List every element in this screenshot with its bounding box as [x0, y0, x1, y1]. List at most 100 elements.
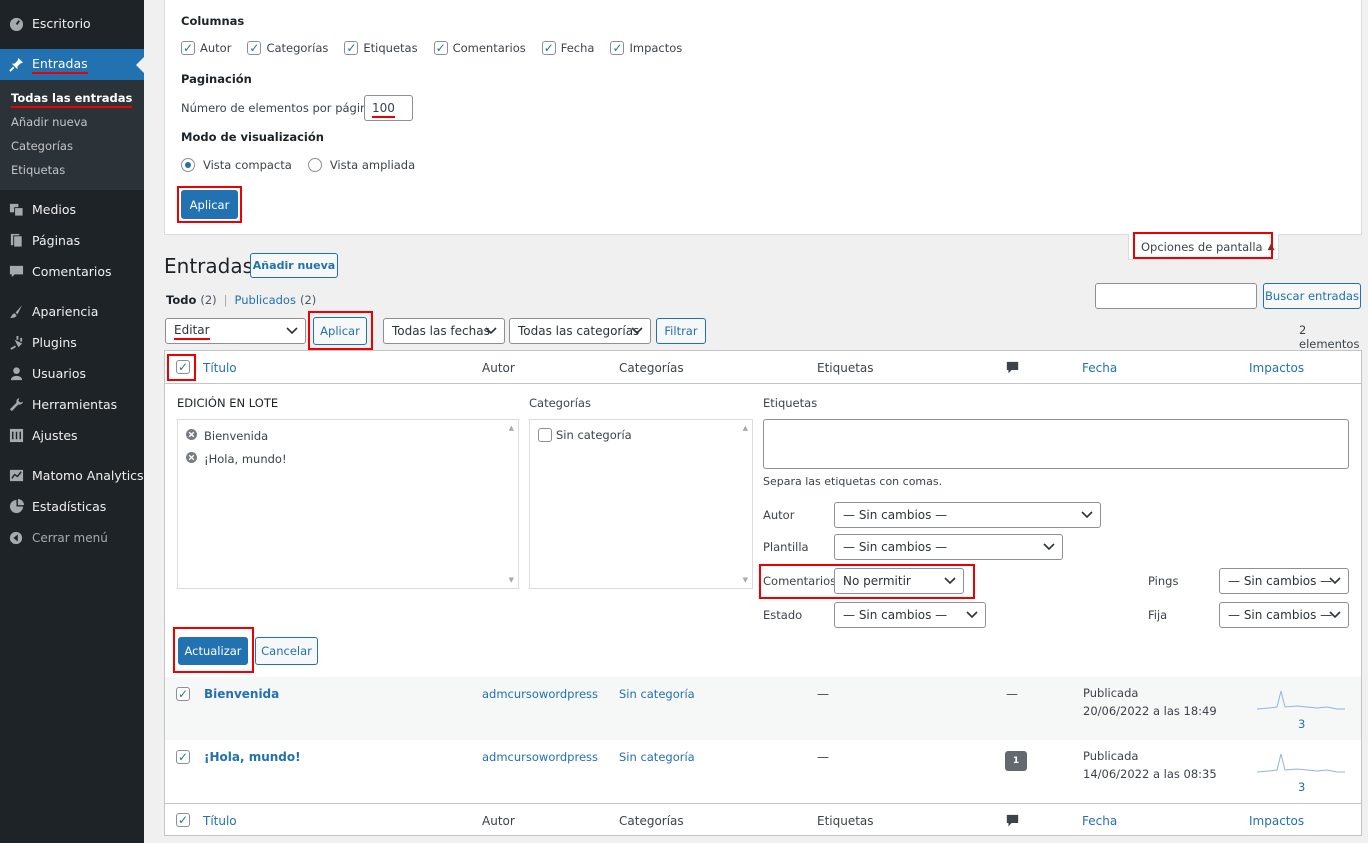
- submenu-todas-entradas[interactable]: Todas las entradas: [0, 86, 144, 110]
- column-title-header[interactable]: Título: [203, 814, 237, 828]
- bulk-cancel-button[interactable]: Cancelar: [255, 637, 318, 665]
- menu-comentarios[interactable]: Comentarios: [0, 256, 144, 287]
- column-impacts-header[interactable]: Impactos: [1249, 814, 1304, 828]
- media-icon: [8, 202, 24, 218]
- filter-all-link[interactable]: Todo: [166, 293, 196, 307]
- col-toggle-fecha[interactable]: ✓ Fecha: [541, 41, 594, 55]
- collapse-menu-button[interactable]: Cerrar menú: [0, 522, 144, 553]
- menu-entradas[interactable]: Entradas: [0, 49, 144, 80]
- post-author-link[interactable]: admcursowordpress: [482, 687, 598, 701]
- col-toggle-etiquetas[interactable]: ✓ Etiquetas: [344, 41, 418, 55]
- chevron-down-icon: [485, 327, 497, 335]
- column-tags-header: Etiquetas: [817, 814, 874, 828]
- search-posts-button[interactable]: Buscar entradas: [1263, 283, 1361, 309]
- menu-ajustes[interactable]: Ajustes: [0, 420, 144, 451]
- bulk-action-select[interactable]: Editar: [165, 318, 306, 344]
- menu-label: Herramientas: [32, 397, 118, 412]
- menu-apariencia[interactable]: Apariencia: [0, 296, 144, 327]
- scroll-down-icon[interactable]: ▼: [743, 576, 748, 584]
- filter-published-link[interactable]: Publicados: [235, 293, 296, 307]
- post-category-link[interactable]: Sin categoría: [619, 687, 695, 701]
- collapse-label: Cerrar menú: [32, 530, 108, 545]
- select-all-checkbox[interactable]: ✓: [176, 813, 190, 827]
- post-title-link[interactable]: Bienvenida: [204, 687, 279, 701]
- category-option[interactable]: Sin categoría: [538, 428, 632, 442]
- admin-sidebar: Escritorio Entradas Todas las entradas A…: [0, 0, 144, 843]
- column-date-header[interactable]: Fecha: [1082, 814, 1117, 828]
- highlight-box: [308, 311, 373, 350]
- bulk-pings-select[interactable]: — Sin cambios —: [1219, 568, 1349, 594]
- post-title-link[interactable]: ¡Hola, mundo!: [204, 750, 301, 764]
- filter-separator: |: [223, 293, 228, 307]
- bulk-status-select[interactable]: — Sin cambios —: [834, 602, 986, 628]
- submenu-categorias[interactable]: Categorías: [0, 134, 144, 158]
- dashboard-icon: [8, 16, 24, 32]
- menu-plugins[interactable]: Plugins: [0, 327, 144, 358]
- checkbox-checked[interactable]: ✓: [181, 41, 195, 55]
- bulk-template-select[interactable]: — Sin cambios —: [834, 534, 1063, 560]
- menu-medios[interactable]: Medios: [0, 194, 144, 225]
- pin-icon: [8, 57, 24, 73]
- highlight-box: [173, 627, 254, 673]
- remove-circle-icon[interactable]: [186, 429, 197, 443]
- remove-circle-icon[interactable]: [186, 452, 197, 466]
- col-toggle-impactos[interactable]: ✓ Impactos: [610, 41, 682, 55]
- checkbox-unchecked[interactable]: [538, 428, 552, 442]
- post-impacts-link[interactable]: 3: [1298, 717, 1305, 731]
- highlight-box: [167, 354, 196, 381]
- bulk-titles-list: Bienvenida ¡Hola, mundo! ▲ ▼: [177, 419, 519, 589]
- post-comments: —: [1006, 687, 1018, 701]
- page-title: Entradas: [164, 254, 254, 278]
- table-row: ✓ Bienvenida admcursowordpress Sin categ…: [165, 677, 1361, 740]
- chevron-down-icon: [1329, 577, 1341, 585]
- bulk-tags-textarea[interactable]: [763, 419, 1349, 469]
- bulk-author-select[interactable]: — Sin cambios —: [834, 502, 1101, 528]
- post-category-link[interactable]: Sin categoría: [619, 750, 695, 764]
- categories-filter-select[interactable]: Todas las categorías: [509, 318, 651, 344]
- checkbox-checked[interactable]: ✓: [344, 41, 359, 55]
- filter-all-count: (2): [200, 293, 217, 307]
- menu-matomo[interactable]: Matomo Analytics: [0, 460, 144, 491]
- checkbox-checked[interactable]: ✓: [247, 41, 262, 55]
- dates-filter-select[interactable]: Todas las fechas: [383, 318, 505, 344]
- bulk-categories-list: Sin categoría ▲ ▼: [529, 419, 753, 589]
- menu-herramientas[interactable]: Herramientas: [0, 389, 144, 420]
- col-toggle-autor[interactable]: ✓ Autor: [181, 41, 231, 55]
- analytics-icon: [8, 468, 24, 484]
- checkbox-checked[interactable]: ✓: [541, 41, 556, 55]
- column-categories-header: Categorías: [619, 361, 684, 375]
- checkbox-checked[interactable]: ✓: [433, 41, 448, 55]
- column-date-header[interactable]: Fecha: [1082, 361, 1117, 375]
- menu-label: Usuarios: [32, 366, 87, 381]
- column-title-header[interactable]: Título: [203, 361, 237, 375]
- col-toggle-categorias[interactable]: ✓ Categorías: [247, 41, 328, 55]
- submenu-etiquetas[interactable]: Etiquetas: [0, 158, 144, 182]
- post-author-link[interactable]: admcursowordpress: [482, 750, 598, 764]
- menu-paginas[interactable]: Páginas: [0, 225, 144, 256]
- radio-extended-view[interactable]: [307, 158, 322, 172]
- columns-heading: Columnas: [181, 14, 245, 28]
- scroll-up-icon[interactable]: ▲: [743, 424, 748, 432]
- filter-published-count: (2): [299, 293, 317, 307]
- comment-count-bubble[interactable]: 1: [1005, 751, 1027, 771]
- impacts-sparkline: [1256, 689, 1345, 714]
- submenu-anadir-nueva[interactable]: Añadir nueva: [0, 110, 144, 134]
- menu-estadisticas[interactable]: Estadísticas: [0, 491, 144, 522]
- add-new-post-button[interactable]: Añadir nueva: [250, 253, 338, 278]
- search-posts-input[interactable]: [1095, 283, 1257, 309]
- menu-escritorio[interactable]: Escritorio: [0, 8, 144, 39]
- radio-compact-view[interactable]: [181, 158, 195, 172]
- scroll-up-icon[interactable]: ▲: [509, 424, 514, 432]
- row-checkbox[interactable]: ✓: [176, 687, 190, 701]
- row-checkbox[interactable]: ✓: [176, 750, 190, 764]
- per-page-input[interactable]: 100: [364, 95, 413, 121]
- checkbox-checked[interactable]: ✓: [610, 41, 625, 55]
- col-toggle-comentarios[interactable]: ✓ Comentarios: [433, 41, 526, 55]
- scroll-down-icon[interactable]: ▼: [509, 576, 514, 584]
- bulk-sticky-select[interactable]: — Sin cambios —: [1219, 602, 1349, 628]
- tags-help-text: Separa las etiquetas con comas.: [763, 475, 943, 488]
- filter-button[interactable]: Filtrar: [656, 318, 706, 344]
- post-impacts-link[interactable]: 3: [1298, 780, 1305, 794]
- column-impacts-header[interactable]: Impactos: [1249, 361, 1304, 375]
- menu-usuarios[interactable]: Usuarios: [0, 358, 144, 389]
